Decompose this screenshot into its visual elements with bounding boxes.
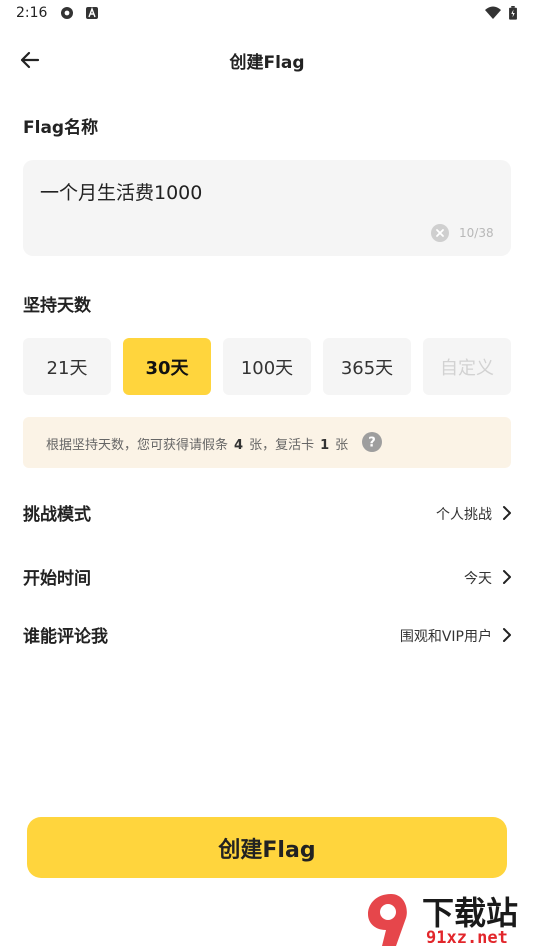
leave-count: 4 bbox=[234, 438, 244, 453]
comment-permission-row[interactable]: 谁能评论我 围观和VIP用户 bbox=[0, 610, 534, 660]
flag-name-field[interactable]: 一个月生活费1000 10/38 bbox=[23, 160, 511, 256]
revive-count: 1 bbox=[320, 438, 330, 453]
watermark-domain: 91xz.net bbox=[426, 928, 508, 948]
chevron-right-icon bbox=[503, 570, 511, 584]
text-a-icon bbox=[86, 7, 98, 19]
reward-tip-banner: 根据坚持天数，您可获得请假条 4 张，复活卡 1 张 ? bbox=[23, 417, 511, 468]
duration-option-365[interactable]: 365天 bbox=[323, 338, 411, 395]
page-title: 创建Flag bbox=[229, 53, 305, 73]
comment-permission-label: 谁能评论我 bbox=[23, 627, 108, 647]
status-bar: 2:16 bbox=[0, 0, 534, 28]
create-flag-button[interactable]: 创建Flag bbox=[27, 817, 507, 878]
site-watermark: 下载站 91xz.net bbox=[360, 888, 534, 950]
tip-prefix: 根据坚持天数，您可获得请假条 bbox=[46, 438, 229, 453]
challenge-mode-value: 个人挑战 bbox=[436, 507, 492, 523]
start-time-row[interactable]: 开始时间 今天 bbox=[0, 552, 534, 602]
svg-text:?: ? bbox=[368, 436, 376, 451]
duration-option-30[interactable]: 30天 bbox=[123, 338, 211, 395]
flag-name-label: Flag名称 bbox=[23, 118, 99, 138]
challenge-mode-label: 挑战模式 bbox=[23, 505, 91, 525]
duration-option-100[interactable]: 100天 bbox=[223, 338, 311, 395]
challenge-mode-row[interactable]: 挑战模式 个人挑战 bbox=[0, 488, 534, 538]
tip-middle: 张，复活卡 bbox=[249, 438, 315, 453]
question-circle-icon[interactable]: ? bbox=[362, 432, 382, 452]
flag-name-value[interactable]: 一个月生活费1000 bbox=[40, 178, 202, 205]
status-time: 2:16 bbox=[16, 5, 48, 21]
watermark-logo-icon bbox=[368, 894, 407, 946]
char-counter: 10/38 bbox=[459, 226, 494, 240]
duration-option-custom[interactable]: 自定义 bbox=[423, 338, 511, 395]
settings-gear-icon bbox=[61, 7, 73, 19]
battery-icon bbox=[509, 6, 517, 20]
wifi-icon bbox=[485, 6, 501, 19]
tip-suffix: 张 bbox=[335, 438, 349, 453]
reward-tip-text: 根据坚持天数，您可获得请假条 4 张，复活卡 1 张 bbox=[46, 434, 348, 453]
chevron-right-icon bbox=[503, 506, 511, 520]
app-bar: 创建Flag bbox=[0, 38, 534, 82]
clear-circle-icon[interactable] bbox=[431, 224, 449, 242]
comment-permission-value: 围观和VIP用户 bbox=[399, 629, 492, 645]
chevron-right-icon bbox=[503, 628, 511, 642]
start-time-label: 开始时间 bbox=[23, 569, 91, 589]
start-time-value: 今天 bbox=[464, 571, 492, 587]
duration-label: 坚持天数 bbox=[23, 296, 91, 316]
duration-option-21[interactable]: 21天 bbox=[23, 338, 111, 395]
